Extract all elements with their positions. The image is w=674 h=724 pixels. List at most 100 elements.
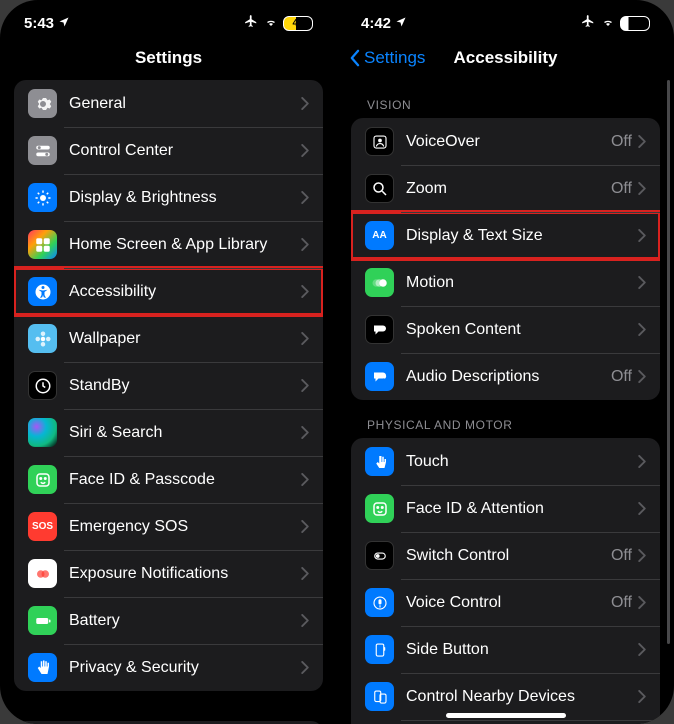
location-icon (395, 15, 407, 32)
row-label: Spoken Content (406, 321, 638, 339)
row-privacy-security[interactable]: Privacy & Security (14, 644, 323, 691)
chevron-right-icon (638, 229, 646, 242)
row-value: Off (611, 180, 632, 198)
flower-icon (28, 324, 57, 353)
row-audio-descriptions[interactable]: Audio Descriptions Off (351, 353, 660, 400)
row-label: Battery (69, 612, 301, 630)
battery-indicator: 42 (283, 16, 313, 31)
row-exposure-notifications[interactable]: Exposure Notifications (14, 550, 323, 597)
face-icon (28, 465, 57, 494)
row-emergency-sos[interactable]: SOS Emergency SOS (14, 503, 323, 550)
switches-icon (28, 136, 57, 165)
row-general[interactable]: General (14, 80, 323, 127)
row-faceid-attention[interactable]: Face ID & Attention (351, 485, 660, 532)
chevron-right-icon (301, 473, 309, 486)
row-label: Siri & Search (69, 424, 301, 442)
row-label: Face ID & Attention (406, 500, 638, 518)
scroll-indicator[interactable] (667, 80, 670, 644)
row-label: Privacy & Security (69, 659, 301, 677)
right-phone-screen: 4:42 26 Settings Accessibility VISION Vo… (337, 0, 674, 724)
sun-icon (28, 183, 57, 212)
row-label: Exposure Notifications (69, 565, 301, 583)
row-faceid-passcode[interactable]: Face ID & Passcode (14, 456, 323, 503)
row-apple-tv-remote[interactable]: Apple TV Remote (351, 720, 660, 724)
nav-bar: Settings (0, 36, 337, 80)
row-voiceover[interactable]: VoiceOver Off (351, 118, 660, 165)
chevron-right-icon (301, 97, 309, 110)
sos-icon: SOS (28, 512, 57, 541)
row-label: Zoom (406, 180, 611, 198)
row-display-brightness[interactable]: Display & Brightness (14, 174, 323, 221)
airplane-icon (580, 14, 596, 32)
chevron-right-icon (638, 455, 646, 468)
row-label: General (69, 95, 301, 113)
motion-icon (365, 268, 394, 297)
chevron-right-icon (638, 370, 646, 383)
back-button[interactable]: Settings (349, 48, 425, 68)
chevron-right-icon (638, 182, 646, 195)
chevron-right-icon (638, 323, 646, 336)
chevron-right-icon (638, 135, 646, 148)
chevron-right-icon (301, 614, 309, 627)
chevron-right-icon (638, 549, 646, 562)
chevron-right-icon (301, 144, 309, 157)
row-label: Control Center (69, 142, 301, 160)
row-zoom[interactable]: Zoom Off (351, 165, 660, 212)
row-side-button[interactable]: Side Button (351, 626, 660, 673)
row-value: Off (611, 133, 632, 151)
chevron-right-icon (638, 276, 646, 289)
wifi-icon (263, 15, 279, 32)
aa-icon: AA (365, 221, 394, 250)
audio-desc-icon (365, 362, 394, 391)
left-phone-screen: 5:43 42 Settings General Control Center … (0, 0, 337, 724)
row-accessibility[interactable]: Accessibility (14, 268, 323, 315)
row-spoken-content[interactable]: Spoken Content (351, 306, 660, 353)
chevron-right-icon (301, 379, 309, 392)
row-label: Audio Descriptions (406, 368, 611, 386)
status-bar: 4:42 26 (337, 0, 674, 36)
row-label: Voice Control (406, 594, 611, 612)
row-motion[interactable]: Motion (351, 259, 660, 306)
row-label: StandBy (69, 377, 301, 395)
row-touch[interactable]: Touch (351, 438, 660, 485)
clock-icon (28, 371, 57, 400)
gear-icon (28, 89, 57, 118)
status-time: 4:42 (361, 15, 391, 32)
exposure-icon (28, 559, 57, 588)
switch-icon (365, 541, 394, 570)
speech-icon (365, 315, 394, 344)
chevron-right-icon (638, 643, 646, 656)
row-display-text-size[interactable]: AA Display & Text Size (351, 212, 660, 259)
row-label: Face ID & Passcode (69, 471, 301, 489)
siri-icon (28, 418, 57, 447)
row-label: Display & Brightness (69, 189, 301, 207)
row-value: Off (611, 594, 632, 612)
row-label: Control Nearby Devices (406, 688, 638, 706)
row-home-screen[interactable]: Home Screen & App Library (14, 221, 323, 268)
row-siri-search[interactable]: Siri & Search (14, 409, 323, 456)
row-label: Switch Control (406, 547, 611, 565)
grid-icon (28, 230, 57, 259)
chevron-right-icon (301, 567, 309, 580)
row-label: Home Screen & App Library (69, 236, 301, 254)
row-control-center[interactable]: Control Center (14, 127, 323, 174)
nearby-icon (365, 682, 394, 711)
row-label: VoiceOver (406, 133, 611, 151)
row-standby[interactable]: StandBy (14, 362, 323, 409)
row-label: Emergency SOS (69, 518, 301, 536)
hand-icon (28, 653, 57, 682)
row-battery[interactable]: Battery (14, 597, 323, 644)
row-voice-control[interactable]: Voice Control Off (351, 579, 660, 626)
side-button-icon (365, 635, 394, 664)
row-wallpaper[interactable]: Wallpaper (14, 315, 323, 362)
chevron-right-icon (301, 285, 309, 298)
wifi-icon (600, 15, 616, 32)
chevron-right-icon (301, 191, 309, 204)
touch-icon (365, 447, 394, 476)
home-indicator[interactable] (446, 713, 566, 718)
zoom-icon (365, 174, 394, 203)
voice-control-icon (365, 588, 394, 617)
row-switch-control[interactable]: Switch Control Off (351, 532, 660, 579)
section-header: PHYSICAL AND MOTOR (337, 400, 674, 438)
nav-bar: Settings Accessibility (337, 36, 674, 80)
